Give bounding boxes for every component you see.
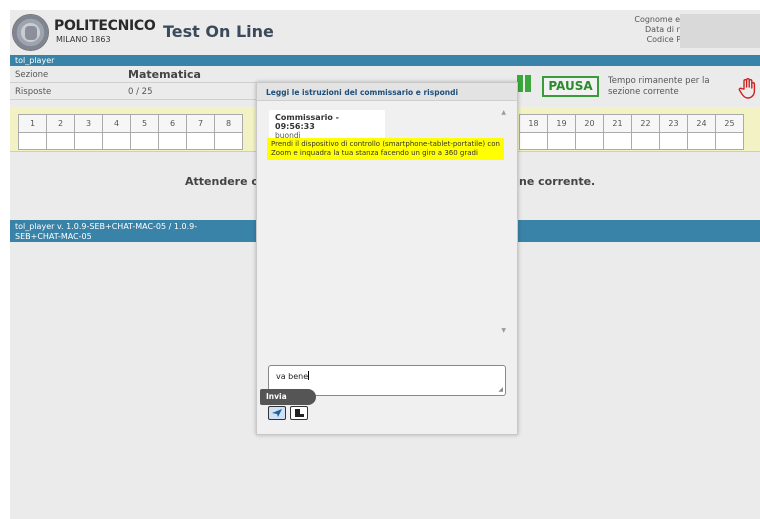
question-cell[interactable]: 8: [214, 114, 243, 150]
question-number: 18: [520, 115, 547, 133]
question-grid-right: 18 19 20 21 22 23 24 25: [519, 114, 744, 150]
pause-button[interactable]: PAUSA: [542, 76, 599, 97]
question-cell[interactable]: 21: [603, 114, 632, 150]
chat-messages[interactable]: ▲ Commissario - 09:56:33 buondì Prendi i…: [267, 105, 512, 338]
logo-subtitle: MILANO 1863: [56, 35, 111, 44]
raise-hand-icon[interactable]: [738, 77, 758, 99]
question-number: 21: [604, 115, 631, 133]
send-tooltip: Invia: [260, 389, 316, 405]
end-chat-icon: [294, 408, 304, 417]
question-cell[interactable]: 25: [715, 114, 744, 150]
question-cell[interactable]: 18: [519, 114, 548, 150]
question-number: 4: [103, 115, 130, 133]
question-cell[interactable]: 3: [74, 114, 103, 150]
question-number: 6: [159, 115, 186, 133]
question-number: 8: [215, 115, 242, 133]
scroll-down-icon[interactable]: ▼: [501, 327, 506, 334]
chat-dialog-title: Leggi le istruzioni del commissario e ri…: [257, 83, 517, 101]
question-cell[interactable]: 4: [102, 114, 131, 150]
message-author: Commissario - 09:56:33: [275, 113, 339, 131]
politecnico-seal-icon: [12, 14, 49, 51]
chat-dialog: Leggi le istruzioni del commissario e ri…: [256, 82, 518, 435]
question-cell[interactable]: 2: [46, 114, 75, 150]
question-number: 3: [75, 115, 102, 133]
question-cell[interactable]: 1: [18, 114, 47, 150]
question-number: 23: [660, 115, 687, 133]
time-remaining-text: Tempo rimanente per la sezione corrente: [608, 76, 710, 97]
question-cell[interactable]: 6: [158, 114, 187, 150]
question-cell[interactable]: 5: [130, 114, 159, 150]
question-cell[interactable]: 24: [687, 114, 716, 150]
send-button[interactable]: [268, 406, 286, 420]
send-icon: [272, 409, 282, 417]
wait-message-right: ne corrente.: [519, 175, 596, 188]
instruction-notice: Prendi il dispositivo di controllo (smar…: [267, 138, 504, 160]
header: POLITECNICO MILANO 1863 Test On Line Cog…: [10, 10, 760, 55]
logo-name: POLITECNICO: [54, 18, 156, 34]
question-cell[interactable]: 22: [631, 114, 660, 150]
resize-handle-icon[interactable]: ◢: [498, 386, 503, 393]
section-label: Sezione: [15, 70, 49, 80]
wait-message-left: Attendere ch: [185, 175, 266, 188]
app-title: Test On Line: [163, 22, 274, 41]
section-value: Matematica: [128, 68, 201, 81]
question-number: 2: [47, 115, 74, 133]
scroll-up-icon[interactable]: ▲: [501, 109, 506, 116]
play-indicator-icon: [517, 75, 533, 95]
question-cell[interactable]: 23: [659, 114, 688, 150]
question-cell[interactable]: 20: [575, 114, 604, 150]
redacted-user-details: [680, 14, 760, 48]
version-text: tol_player v. 1.0.9-SEB+CHAT-MAC-05 / 1.…: [15, 222, 198, 241]
answers-row: Risposte 0 / 25: [10, 83, 260, 100]
section-row: Sezione Matematica: [10, 66, 260, 83]
question-number: 1: [19, 115, 46, 133]
question-cell[interactable]: 19: [547, 114, 576, 150]
question-number: 20: [576, 115, 603, 133]
question-number: 19: [548, 115, 575, 133]
question-cell[interactable]: 7: [186, 114, 215, 150]
end-chat-button[interactable]: [290, 406, 308, 420]
question-number: 24: [688, 115, 715, 133]
question-number: 5: [131, 115, 158, 133]
answers-label: Risposte: [15, 87, 52, 97]
question-grid-left: 1 2 3 4 5 6 7 8: [18, 114, 243, 150]
answers-value: 0 / 25: [128, 87, 153, 97]
player-bar: tol_player: [10, 55, 760, 66]
question-number: 7: [187, 115, 214, 133]
chat-reply-text: va bene: [276, 372, 309, 381]
question-number: 25: [716, 115, 743, 133]
question-number: 22: [632, 115, 659, 133]
